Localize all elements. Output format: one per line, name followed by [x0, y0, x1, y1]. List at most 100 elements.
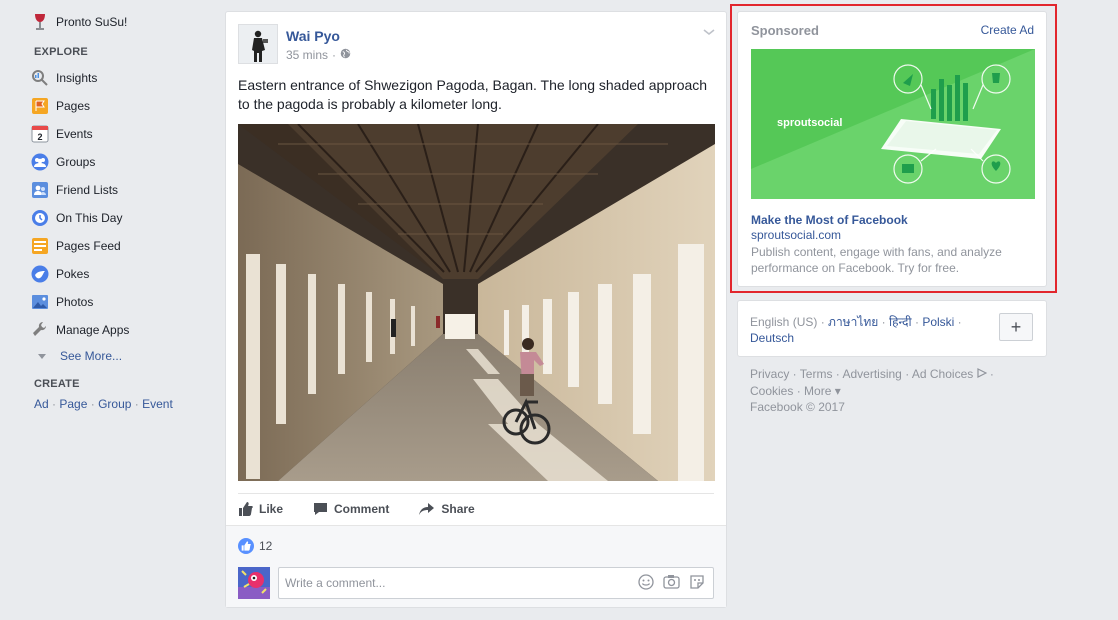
nav-item-pokes[interactable]: Pokes	[30, 263, 89, 285]
insights-icon	[30, 68, 50, 88]
nav-item-label: Groups	[56, 155, 96, 169]
create-section-title: CREATE	[34, 378, 80, 390]
nav-item-label: Pokes	[56, 267, 90, 281]
nav-item-friend-lists[interactable]: Friend Lists	[30, 179, 118, 201]
nav-item-on-this-day[interactable]: On This Day	[30, 207, 122, 229]
like-count-text: 12	[259, 539, 273, 553]
ad-domain[interactable]: sproutsocial.com	[751, 228, 841, 242]
ad-description: Publish content, engage with fans, and a…	[751, 245, 1002, 275]
wrench-icon	[30, 320, 50, 340]
share-button[interactable]: Share	[419, 502, 475, 516]
footer-ad-choices-link[interactable]: Ad Choices	[912, 367, 973, 381]
comment-input[interactable]	[285, 576, 638, 590]
nav-item-label: On This Day	[56, 211, 123, 225]
share-arrow-icon	[419, 503, 435, 515]
nav-item-label: Friend Lists	[56, 183, 119, 197]
sticker-icon[interactable]	[689, 574, 705, 593]
ad-choices-icon	[976, 367, 987, 381]
wine-glass-icon	[30, 12, 50, 32]
thumbs-up-icon	[239, 502, 253, 516]
nav-item-label: Manage Apps	[56, 323, 130, 337]
post-timestamp: 35 mins ·	[286, 48, 351, 62]
calendar-icon: 2	[30, 124, 50, 144]
share-label: Share	[441, 502, 475, 516]
calendar-day-text: 2	[37, 132, 42, 142]
language-link-deutsch[interactable]: Deutsch	[750, 331, 794, 345]
post-text: Eastern entrance of Shwezigon Pagoda, Ba…	[238, 77, 708, 112]
nav-item-label: Photos	[56, 295, 94, 309]
footer-advertising-link[interactable]: Advertising	[842, 367, 901, 381]
footer-links: Privacy · Terms · Advertising · Ad Choic…	[750, 367, 994, 414]
footer-more-link[interactable]: More	[804, 384, 831, 398]
explore-section-title: EXPLORE	[34, 46, 88, 58]
comment-label: Comment	[334, 502, 390, 516]
nav-item-groups[interactable]: Groups	[30, 151, 95, 173]
sponsored-label: Sponsored	[751, 23, 819, 38]
post-author-name[interactable]: Wai Pyo	[286, 28, 340, 44]
language-link-hindi[interactable]: हिन्दी	[889, 315, 912, 329]
friend-lists-icon	[30, 180, 50, 200]
like-button[interactable]: Like	[238, 502, 283, 516]
pages-flag-icon	[30, 96, 50, 116]
pages-feed-icon	[30, 236, 50, 256]
footer-terms-link[interactable]: Terms	[800, 367, 833, 381]
language-link-thai[interactable]: ภาษาไทย	[828, 315, 878, 329]
nav-item-manage-apps[interactable]: Manage Apps	[30, 319, 129, 341]
sponsored-card: Sponsored Create Ad sproutsocial Make th…	[737, 11, 1047, 287]
see-more-label: See More...	[60, 349, 123, 363]
create-group-link[interactable]: Group	[98, 397, 131, 411]
camera-icon[interactable]	[663, 574, 680, 592]
like-label: Like	[259, 502, 284, 516]
ad-image[interactable]: sproutsocial	[751, 49, 1035, 199]
current-language: English (US)	[750, 315, 818, 329]
news-feed-post: Wai Pyo 35 mins · Eastern entrance of Sh…	[225, 11, 727, 608]
comment-bubble-icon	[314, 503, 328, 515]
nav-item-pages-feed[interactable]: Pages Feed	[30, 235, 121, 257]
like-reaction-icon	[238, 538, 254, 554]
post-photo[interactable]	[238, 124, 715, 481]
nav-item-label: Pronto SuSu!	[56, 15, 128, 29]
language-link-polski[interactable]: Polski	[922, 315, 954, 329]
language-card: English (US) · ภาษาไทย · हिन्दी · Polski…	[737, 300, 1047, 357]
on-this-day-icon	[30, 208, 50, 228]
nav-item-insights[interactable]: Insights	[30, 67, 97, 89]
action-divider	[238, 493, 714, 494]
post-actions: Like Comment Share	[238, 499, 505, 519]
ad-title[interactable]: Make the Most of Facebook	[751, 213, 908, 227]
see-more-link[interactable]: See More...	[36, 349, 122, 363]
nav-item-label: Insights	[56, 71, 98, 85]
create-ad-link[interactable]: Ad	[34, 397, 49, 411]
nav-item-pages[interactable]: Pages	[30, 95, 90, 117]
nav-item-pronto-susu[interactable]: Pronto SuSu!	[30, 11, 127, 33]
comment-button[interactable]: Comment	[313, 502, 389, 516]
create-page-link[interactable]: Page	[59, 397, 87, 411]
post-time-text: 35 mins	[286, 48, 329, 62]
nav-item-label: Pages	[56, 99, 91, 113]
chevron-down-icon	[38, 353, 46, 359]
footer-privacy-link[interactable]: Privacy	[750, 367, 789, 381]
comment-composer	[278, 567, 714, 599]
nav-item-photos[interactable]: Photos	[30, 291, 93, 313]
footer-copyright: Facebook © 2017	[750, 400, 845, 414]
like-count[interactable]: 12	[238, 538, 272, 554]
emoji-icon[interactable]	[638, 573, 654, 593]
nav-item-label: Events	[56, 127, 93, 141]
author-avatar[interactable]	[238, 24, 278, 64]
footer-cookies-link[interactable]: Cookies	[750, 384, 793, 398]
nav-item-events[interactable]: 2 Events	[30, 123, 93, 145]
globe-icon	[340, 48, 351, 62]
language-list: English (US) · ภาษาไทย · हिन्दी · Polski…	[750, 315, 962, 345]
create-links: Ad · Page · Group · Event	[34, 397, 173, 411]
commenter-avatar	[238, 567, 270, 599]
create-ad-link[interactable]: Create Ad	[981, 23, 1034, 37]
reactions-and-comments: 12	[226, 525, 726, 607]
add-language-button[interactable]: +	[999, 313, 1033, 341]
photos-icon	[30, 292, 50, 312]
ad-brand-text: sproutsocial	[777, 117, 842, 129]
poke-icon	[30, 264, 50, 284]
groups-icon	[30, 152, 50, 172]
chevron-down-icon: ▾	[834, 383, 841, 398]
post-options-chevron-icon[interactable]	[702, 25, 716, 39]
create-event-link[interactable]: Event	[142, 397, 173, 411]
nav-item-label: Pages Feed	[56, 239, 121, 253]
